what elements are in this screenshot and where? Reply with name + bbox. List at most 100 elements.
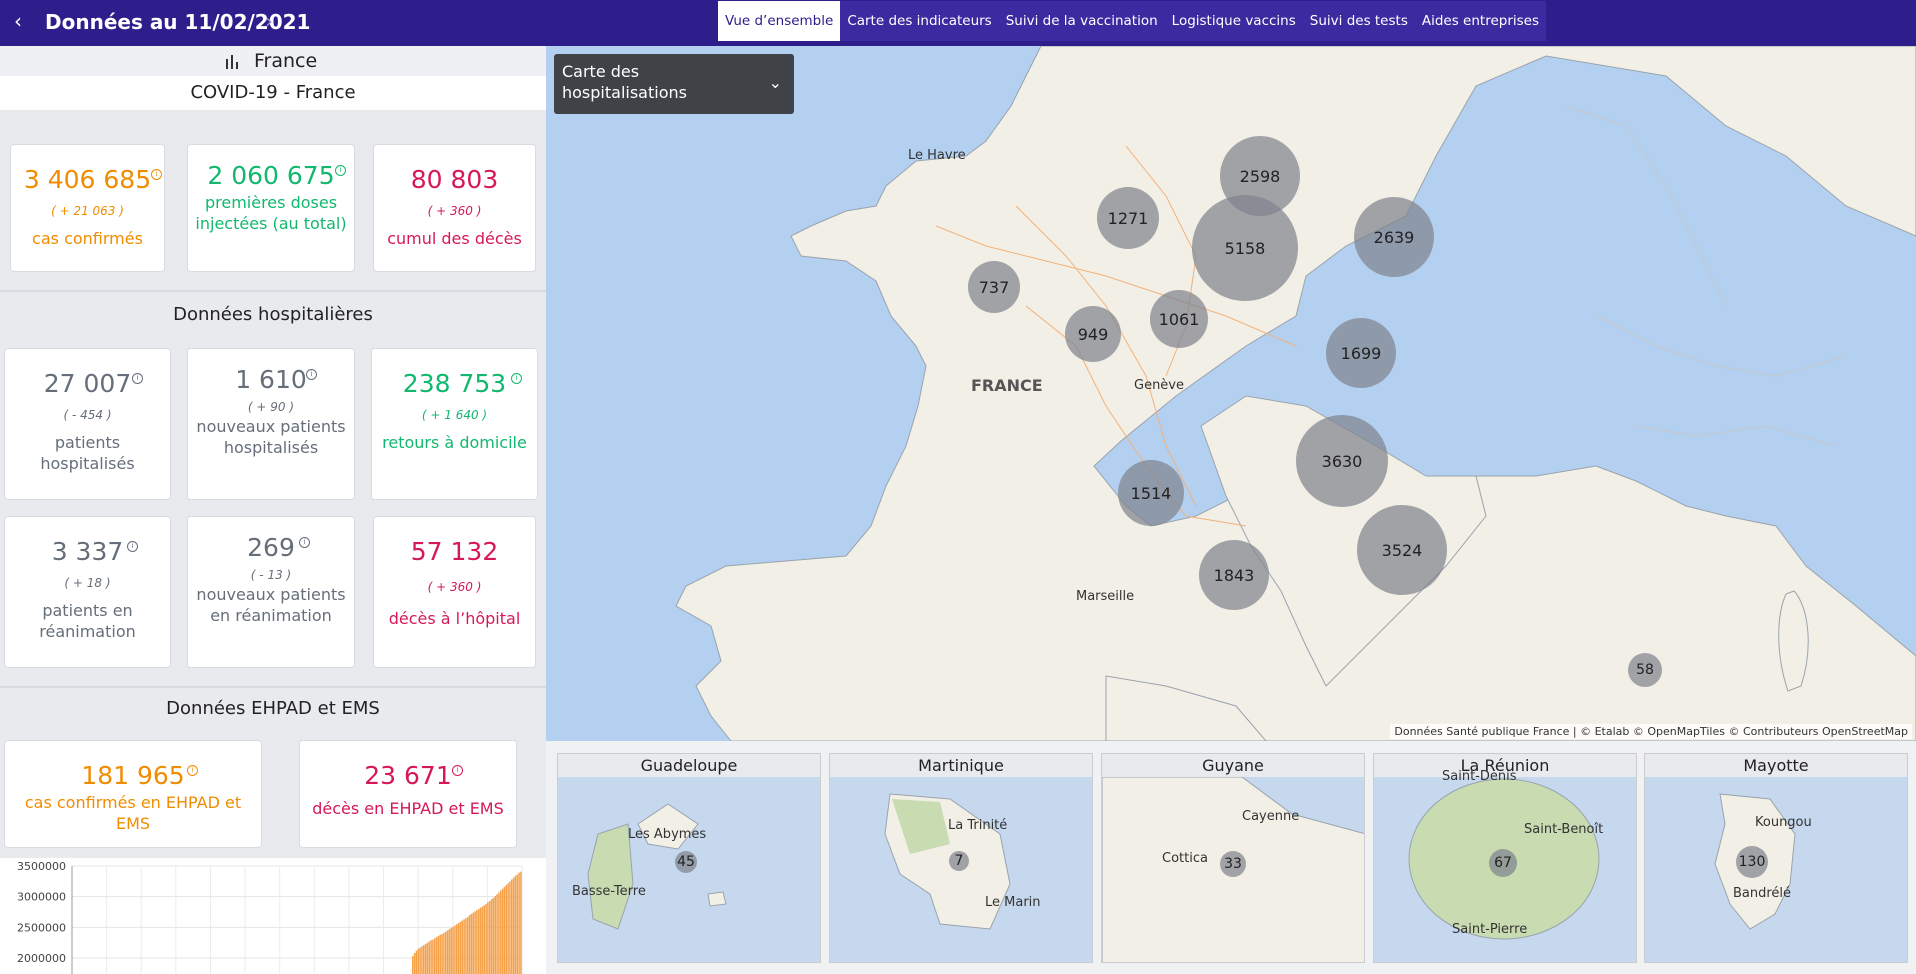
chart-bar[interactable] bbox=[494, 896, 497, 974]
chart-bar[interactable] bbox=[498, 892, 500, 974]
tab-logistique-vaccins[interactable]: Logistique vaccins bbox=[1165, 1, 1303, 41]
chart-bar[interactable] bbox=[457, 923, 460, 974]
tab-vue-ensemble[interactable]: Vue d’ensemble bbox=[718, 1, 841, 41]
chart-bar[interactable] bbox=[435, 937, 438, 974]
info-icon[interactable]: i bbox=[452, 765, 463, 776]
chart-bar[interactable] bbox=[461, 920, 464, 974]
chart-bar[interactable] bbox=[441, 934, 443, 974]
bubble-1699[interactable]: 1699 bbox=[1326, 318, 1396, 388]
chart-bar[interactable] bbox=[470, 913, 473, 974]
chart-bar[interactable] bbox=[520, 871, 522, 974]
tab-aides-entreprises[interactable]: Aides entreprises bbox=[1415, 1, 1546, 41]
chart-bar[interactable] bbox=[468, 915, 471, 974]
card-patients-reanimation[interactable]: 3 337 ( + 18 ) patients en réanimation i bbox=[4, 516, 171, 668]
bubble-33[interactable]: 33 bbox=[1220, 851, 1246, 877]
chart-bar[interactable] bbox=[505, 885, 508, 974]
bubble-2639[interactable]: 2639 bbox=[1354, 197, 1434, 277]
map-type-dropdown[interactable]: Carte des hospitalisations ⌄ bbox=[554, 54, 794, 114]
chart-bar[interactable] bbox=[426, 942, 429, 974]
chart-bar[interactable] bbox=[412, 956, 414, 974]
chart-bar[interactable] bbox=[456, 924, 458, 974]
chart-bar[interactable] bbox=[421, 946, 423, 974]
bubble-7[interactable]: 7 bbox=[949, 851, 969, 871]
chart-bar[interactable] bbox=[434, 938, 436, 974]
chart-bar[interactable] bbox=[516, 874, 519, 974]
chart-bar[interactable] bbox=[419, 947, 421, 974]
chart-bar[interactable] bbox=[459, 921, 462, 974]
chart-bar[interactable] bbox=[487, 902, 489, 974]
chart-bar[interactable] bbox=[476, 910, 478, 974]
chart-bar[interactable] bbox=[501, 888, 504, 974]
chart-bar[interactable] bbox=[443, 932, 445, 974]
chart-bar[interactable] bbox=[454, 925, 456, 974]
bubble-3630[interactable]: 3630 bbox=[1296, 415, 1388, 507]
bubble-737[interactable]: 737 bbox=[968, 261, 1020, 313]
inset-guyane[interactable]: Guyane Cayenne Cottica 33 bbox=[1101, 753, 1365, 963]
chart-bar[interactable] bbox=[465, 918, 467, 974]
bubble-1843[interactable]: 1843 bbox=[1199, 540, 1269, 610]
chart-bar[interactable] bbox=[446, 930, 449, 974]
info-icon[interactable]: i bbox=[511, 373, 522, 384]
bubble-949[interactable]: 949 bbox=[1065, 306, 1121, 362]
bubble-45[interactable]: 45 bbox=[675, 851, 697, 873]
chart-bar[interactable] bbox=[478, 908, 480, 974]
card-deces-hopital[interactable]: 57 132 ( + 360 ) décès à l’hôpital bbox=[373, 516, 536, 668]
chart-bar[interactable] bbox=[474, 911, 476, 974]
chart-bar[interactable] bbox=[472, 912, 475, 974]
chart-bar[interactable] bbox=[511, 879, 513, 974]
info-icon[interactable]: i bbox=[132, 373, 143, 384]
chart-bar[interactable] bbox=[500, 890, 502, 974]
chart-bar[interactable] bbox=[417, 948, 420, 974]
chart-bar[interactable] bbox=[413, 953, 416, 974]
card-premieres-doses[interactable]: 2 060 675 premières doses injectées (au … bbox=[187, 144, 355, 272]
bubble-130[interactable]: 130 bbox=[1736, 846, 1768, 878]
card-ehpad-deces[interactable]: 23 671 décès en EHPAD et EMS i bbox=[299, 740, 517, 848]
info-icon[interactable]: i bbox=[299, 537, 310, 548]
bubble-67[interactable]: 67 bbox=[1489, 849, 1517, 877]
chart-bar[interactable] bbox=[428, 941, 431, 974]
inset-mayotte[interactable]: Mayotte Koungou Bandrélé 130 bbox=[1644, 753, 1908, 963]
card-retours-domicile[interactable]: 238 753 ( + 1 640 ) retours à domicile i bbox=[371, 348, 538, 500]
chart-bar[interactable] bbox=[448, 929, 451, 974]
chart-bar[interactable] bbox=[509, 881, 511, 974]
chart-bar[interactable] bbox=[463, 919, 465, 974]
chart-bar[interactable] bbox=[485, 904, 487, 974]
bubble-1271[interactable]: 1271 bbox=[1097, 187, 1159, 249]
bubble-1061[interactable]: 1061 bbox=[1150, 290, 1208, 348]
info-icon[interactable]: i bbox=[151, 169, 162, 180]
chart-bar[interactable] bbox=[503, 886, 506, 974]
chart-bar[interactable] bbox=[445, 931, 447, 974]
chart-bar[interactable] bbox=[423, 945, 425, 974]
chart-bar[interactable] bbox=[450, 927, 453, 974]
tab-suivi-vaccination[interactable]: Suivi de la vaccination bbox=[999, 1, 1165, 41]
chart-bar[interactable] bbox=[481, 906, 484, 974]
chart-bar[interactable] bbox=[514, 875, 517, 974]
chart-bar[interactable] bbox=[424, 943, 427, 974]
region-name[interactable]: France bbox=[254, 50, 317, 72]
tab-carte-indicateurs[interactable]: Carte des indicateurs bbox=[840, 1, 998, 41]
bubble-1514[interactable]: 1514 bbox=[1118, 460, 1184, 526]
tab-suivi-tests[interactable]: Suivi des tests bbox=[1303, 1, 1415, 41]
info-icon[interactable]: i bbox=[306, 369, 317, 380]
chart-bar[interactable] bbox=[430, 940, 432, 974]
inset-martinique[interactable]: Martinique La Trinité Le Marin 7 bbox=[829, 753, 1093, 963]
chart-bar[interactable] bbox=[518, 872, 520, 974]
chart-bar[interactable] bbox=[437, 935, 440, 974]
chart-bar[interactable] bbox=[483, 905, 486, 974]
bubble-5158[interactable]: 5158 bbox=[1192, 195, 1298, 301]
card-cas-confirmes[interactable]: 3 406 685 ( + 21 063 ) cas confirmés i bbox=[10, 144, 165, 272]
inset-guadeloupe[interactable]: Guadeloupe Les Abymes Basse-Terre 45 bbox=[557, 753, 821, 963]
chart-bar[interactable] bbox=[496, 894, 498, 974]
chart-bar[interactable] bbox=[479, 907, 482, 974]
chart-bar[interactable] bbox=[415, 950, 418, 974]
chart-bar[interactable] bbox=[439, 934, 442, 974]
info-icon[interactable]: i bbox=[187, 765, 198, 776]
chart-bar[interactable] bbox=[452, 926, 454, 974]
card-ehpad-cas[interactable]: 181 965 cas confirmés en EHPAD et EMS i bbox=[4, 740, 262, 848]
chart-bar[interactable] bbox=[512, 877, 515, 974]
info-icon[interactable]: i bbox=[127, 541, 138, 552]
chart-bar[interactable] bbox=[507, 883, 509, 974]
card-patients-hospitalises[interactable]: 27 007 ( - 454 ) patients hospitalisés i bbox=[4, 348, 171, 500]
card-nouveaux-hospitalises[interactable]: 1 610 ( + 90 ) nouveaux patients hospita… bbox=[187, 348, 355, 500]
chart-bar[interactable] bbox=[467, 916, 469, 974]
